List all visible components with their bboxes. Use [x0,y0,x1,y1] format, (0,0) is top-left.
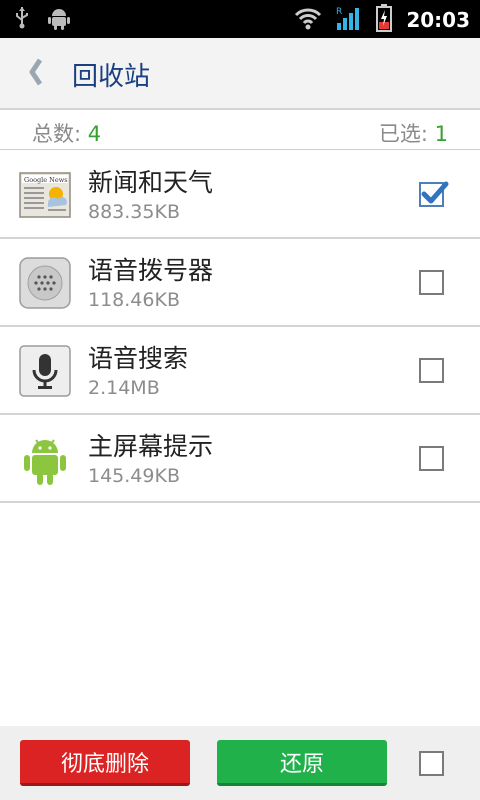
item-name: 语音拨号器 [88,256,214,285]
selected-label: 已选: [378,122,428,146]
voice-dialer-icon [18,255,72,311]
item-checkbox[interactable] [419,358,444,383]
svg-text:R: R [336,7,342,17]
status-bar: R 20:03 [0,0,480,38]
android-icon [18,431,72,487]
item-size: 145.49KB [88,465,180,487]
restore-button[interactable]: 还原 [217,740,387,786]
news-weather-icon: Google News [18,167,72,223]
voice-search-icon [18,343,72,399]
item-size: 883.35KB [88,201,180,223]
selected-value: 1 [434,122,448,146]
item-checkbox[interactable] [419,181,449,207]
header-bar: 回收站 [0,38,480,110]
page-title: 回收站 [72,62,151,92]
android-debug-icon [48,6,70,34]
signal-icon: R [336,5,362,35]
bottom-action-bar: 彻底删除 还原 [0,726,480,800]
svg-text:Google News: Google News [24,176,68,184]
back-button[interactable] [18,56,54,92]
recycle-list: Google News 新闻和天气 883.35KB 语音拨号器 118.46K… [0,151,480,503]
total-count: 总数: 4 [32,118,101,148]
item-name: 主屏幕提示 [88,432,214,461]
select-all-checkbox[interactable] [419,751,444,776]
total-label: 总数: [32,122,82,146]
item-size: 2.14MB [88,377,160,399]
checkmark-icon [421,181,449,204]
delete-permanently-button[interactable]: 彻底删除 [20,740,190,786]
wifi-icon [294,6,322,34]
usb-icon [14,6,30,34]
item-checkbox[interactable] [419,270,444,295]
item-size: 118.46KB [88,289,180,311]
item-name: 语音搜索 [88,344,189,373]
list-item[interactable]: Google News 新闻和天气 883.35KB [0,151,480,239]
total-value: 4 [87,122,102,146]
item-checkbox[interactable] [419,446,444,471]
selected-count: 已选: 1 [379,118,448,148]
status-time: 20:03 [406,8,470,32]
summary-row: 总数: 4 已选: 1 [0,112,480,150]
list-item[interactable]: 语音搜索 2.14MB [0,327,480,415]
list-item[interactable]: 语音拨号器 118.46KB [0,239,480,327]
list-item[interactable]: 主屏幕提示 145.49KB [0,415,480,503]
chevron-left-icon [26,57,46,91]
item-name: 新闻和天气 [88,168,214,197]
battery-charging-icon [376,4,393,36]
